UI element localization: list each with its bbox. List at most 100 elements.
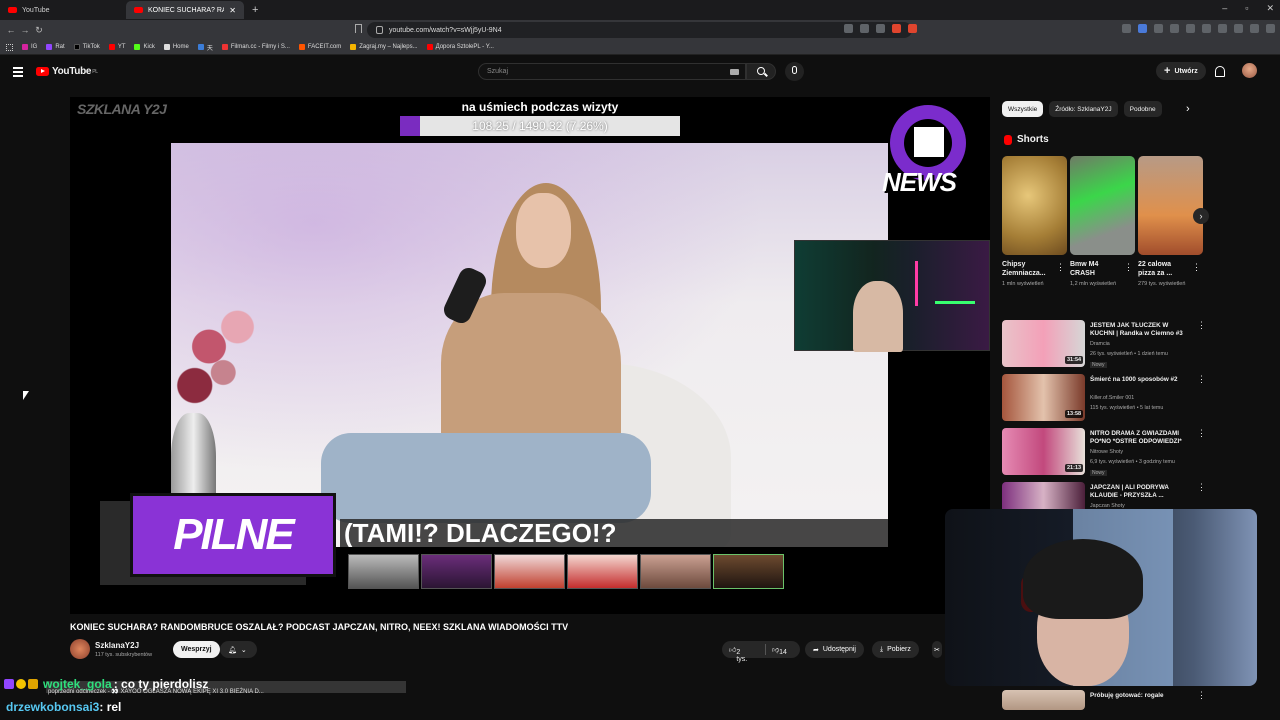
bookmark-item[interactable]: Rat [46, 44, 65, 50]
brave-shield-icon[interactable] [892, 24, 901, 33]
tab-label: YouTube [22, 6, 50, 14]
recommendation-item[interactable]: 21:13 NITRO DRAMA Z GWIAZDAMI PO*NO *OST… [1002, 428, 1206, 482]
shorts-icon [1004, 134, 1012, 145]
close-window-icon[interactable]: ✕ [1266, 3, 1274, 14]
rewards-icon[interactable] [908, 24, 917, 33]
install-icon[interactable] [844, 24, 853, 33]
youtube-logo[interactable]: YouTube PL [36, 66, 98, 77]
chip-related[interactable]: Podobne [1123, 101, 1162, 117]
bookmark-item[interactable]: 天 [197, 43, 213, 52]
keyboard-icon[interactable] [730, 69, 739, 75]
bookmark-item[interactable]: Zagraj.my – Najleps... [350, 44, 418, 50]
more-options-icon[interactable]: ⋮ [1124, 262, 1133, 273]
chip-all[interactable]: Wszystkie [1002, 101, 1044, 117]
bookmark-star-icon[interactable] [876, 24, 885, 33]
more-options-icon[interactable]: ⋮ [1197, 320, 1206, 331]
shorts-next-button[interactable]: › [1193, 208, 1209, 224]
bookmark-item[interactable]: Доpora SztolePL - Y... [426, 44, 494, 50]
channel-avatar[interactable] [70, 639, 90, 659]
minimize-icon[interactable]: – [1222, 3, 1227, 14]
reload-icon[interactable]: ↻ [32, 25, 46, 36]
more-options-icon[interactable]: ⋮ [1197, 690, 1206, 701]
more-options-icon[interactable]: ⋮ [1197, 428, 1206, 439]
more-options-icon[interactable]: ⋮ [1197, 374, 1206, 385]
extension-icon[interactable] [1186, 24, 1195, 33]
channel-row: SzklanaY2J 117 tys. subskrybentów Wesprz… [70, 639, 942, 663]
voice-search-button[interactable] [785, 62, 804, 81]
short-thumbnail[interactable] [1138, 156, 1203, 255]
shorts-heading: Shorts [1004, 134, 1049, 145]
like-button[interactable]: 👍︎ 2 tys. [729, 645, 747, 663]
notifications-bell-icon[interactable] [1215, 66, 1225, 77]
recommendation-item[interactable]: 13:58 Śmierć na 1000 sposobów #2 Killer.… [1002, 374, 1206, 428]
sidebar-icon[interactable] [1234, 24, 1243, 33]
more-options-icon[interactable]: ⋮ [1192, 262, 1201, 273]
maximize-icon[interactable]: ▫ [1245, 3, 1248, 14]
back-icon[interactable]: ← [4, 25, 18, 35]
search-input[interactable]: Szukaj [478, 63, 746, 80]
chevron-down-icon: ⌄ [240, 646, 247, 654]
extension-icon[interactable] [1202, 24, 1211, 33]
join-button[interactable]: Wesprzyj [173, 641, 220, 658]
donation-goal-title: na uśmiech podczas wizyty [461, 100, 619, 114]
media-icon[interactable] [1218, 24, 1227, 33]
more-options-icon[interactable]: ⋮ [1056, 262, 1065, 273]
share-icon[interactable] [860, 24, 869, 33]
chevron-right-icon[interactable]: › [1186, 103, 1190, 115]
subscription-bell-button[interactable]: 🔔︎ ⌄ [220, 641, 257, 658]
bookmark-item[interactable]: YT [108, 44, 125, 50]
extension-icon[interactable] [1122, 24, 1131, 33]
share-arrow-icon: ➦ [813, 646, 819, 654]
bookmark-item[interactable]: TikTok [73, 44, 100, 50]
more-options-icon[interactable]: ⋮ [1197, 482, 1206, 493]
video-player[interactable]: SZKLANA Y2J na uśmiech podczas wizyty 10… [70, 97, 990, 614]
recommendation-item[interactable]: Próbuję gotować: rogale ⋮ [1002, 690, 1206, 710]
chat-message: wojtek_gola : co ty pierdolisz [4, 677, 208, 691]
create-button[interactable]: + Utwórz [1156, 62, 1206, 80]
download-button[interactable]: ⤓ Pobierz [872, 641, 919, 658]
clip-button[interactable]: ✂ [932, 641, 942, 658]
bookmark-item[interactable]: IG [22, 44, 37, 50]
bookmark-item[interactable]: Kick [134, 44, 155, 50]
close-tab-icon[interactable]: ✕ [229, 6, 236, 15]
recommendation-item[interactable]: 31:54 JESTEM JAK TŁUCZEK W KUCHNI | Rand… [1002, 320, 1206, 374]
bookmark-item[interactable]: FACEIT.com [298, 44, 341, 50]
youtube-favicon-icon [8, 7, 17, 13]
browser-tab-youtube[interactable]: YouTube [0, 1, 120, 19]
short-thumbnail[interactable] [1002, 156, 1067, 255]
forward-icon[interactable]: → [18, 25, 32, 35]
extension-icon[interactable] [1154, 24, 1163, 33]
extension-icon[interactable] [1170, 24, 1179, 33]
new-badge: Nowy [1090, 362, 1107, 368]
extensions-puzzle-icon[interactable] [1266, 24, 1275, 33]
address-bar[interactable]: youtube.com/watch?v=sWjj5yU-9N4 [367, 22, 912, 38]
recommendations-list: 31:54 JESTEM JAK TŁUCZEK W KUCHNI | Rand… [1002, 320, 1206, 536]
menu-hamburger-icon[interactable] [13, 67, 23, 79]
new-tab-button[interactable]: + [252, 4, 258, 16]
short-thumbnail[interactable] [1070, 156, 1135, 255]
chat-username: wojtek_gola [43, 677, 112, 691]
share-button[interactable]: ➦ Udostępnij [805, 641, 864, 658]
video-thumbnail[interactable] [1002, 690, 1085, 710]
dislike-button[interactable]: 👎︎ 14 [772, 645, 787, 656]
scissors-icon: ✂ [934, 646, 940, 654]
short-card[interactable]: 22 calowa pizza za ... 279 tys. wyświetl… [1138, 156, 1203, 289]
bookmark-item[interactable]: Filman.cc - Filmy i S... [221, 44, 290, 50]
channel-name[interactable]: SzklanaY2J [95, 641, 139, 650]
site-info-icon[interactable] [376, 26, 383, 34]
bookmark-icon[interactable] [355, 24, 362, 33]
youtube-favicon-icon [134, 7, 143, 13]
short-card[interactable]: Bmw M4 CRASH 1,2 mln wyświetleń ⋮ [1070, 156, 1135, 289]
chip-source[interactable]: Źródło: SzklanaY2J [1049, 101, 1118, 117]
browser-tab-active[interactable]: KONIEC SUCHARA? RANDO... ✕ [126, 1, 244, 19]
subscriber-badge-icon [4, 679, 14, 689]
short-card[interactable]: Chipsy Ziemniacza... 1 mln wyświetleń ⋮ [1002, 156, 1067, 289]
browser-toolbar: ← → ↻ youtube.com/watch?v=sWjj5yU-9N4 [0, 20, 1280, 40]
search-button[interactable] [746, 63, 776, 80]
wallet-icon[interactable] [1250, 24, 1259, 33]
extension-icon[interactable] [1138, 24, 1147, 33]
browser-tab-strip: YouTube KONIEC SUCHARA? RANDO... ✕ + – ▫… [0, 0, 1280, 20]
account-avatar[interactable] [1242, 63, 1257, 78]
bookmark-item[interactable]: Home [163, 44, 189, 50]
apps-grid-icon[interactable] [6, 43, 13, 51]
